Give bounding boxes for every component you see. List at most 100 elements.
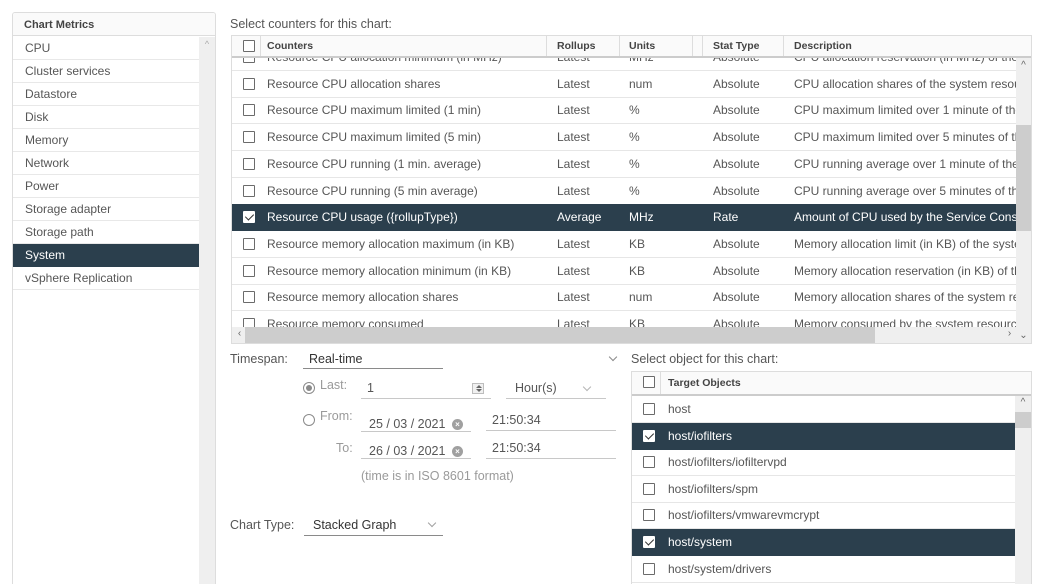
select-all-counters-checkbox[interactable] — [243, 40, 255, 52]
target-object-row[interactable]: host/system/drivers — [632, 556, 1016, 583]
last-label: Last: — [320, 378, 348, 392]
counter-checkbox[interactable] — [243, 104, 255, 117]
from-time-input[interactable]: 21:50:34 — [486, 411, 616, 431]
column-header-stat-type[interactable]: Stat Type — [713, 36, 759, 56]
sidebar-item-datastore[interactable]: Datastore — [13, 83, 200, 106]
from-label: From: — [320, 409, 353, 423]
stat-type-cell: Absolute — [713, 103, 760, 118]
timespan-chevron-down-icon[interactable] — [608, 352, 618, 362]
sidebar-item-vsphere-replication[interactable]: vSphere Replication — [13, 267, 200, 290]
target-object-row[interactable]: host/iofilters — [632, 422, 1016, 450]
column-header-description[interactable]: Description — [794, 36, 852, 56]
scroll-up-icon[interactable]: ^ — [1015, 397, 1031, 408]
counter-row[interactable]: Resource CPU maximum limited (1 min) Late… — [232, 97, 1017, 125]
target-object-checkbox[interactable] — [643, 403, 655, 415]
select-all-targets-checkbox[interactable] — [643, 376, 655, 388]
scroll-up-icon[interactable]: ^ — [1016, 60, 1031, 71]
scroll-up-icon[interactable]: ^ — [199, 39, 215, 49]
timespan-select[interactable]: Real-time — [303, 351, 443, 369]
counter-row[interactable]: Resource CPU maximum limited (5 min) Late… — [232, 124, 1017, 152]
scrollbar-thumb[interactable] — [1016, 125, 1031, 231]
column-header-units[interactable]: Units — [629, 36, 655, 56]
counter-checkbox[interactable] — [243, 291, 255, 304]
sidebar-item-storage-path[interactable]: Storage path — [13, 221, 200, 244]
counter-checkbox[interactable] — [243, 184, 255, 197]
counter-row[interactable]: Resource CPU running (5 min average) Late… — [232, 178, 1017, 205]
counter-checkbox[interactable] — [243, 157, 255, 170]
counter-name: Resource memory allocation minimum (in K… — [267, 263, 512, 278]
scrollbar-thumb[interactable] — [1015, 412, 1031, 428]
column-header-counters[interactable]: Counters — [267, 36, 313, 56]
last-unit-select[interactable]: Hour(s) — [506, 380, 606, 399]
target-object-row[interactable]: host/iofilters/spm — [632, 476, 1016, 503]
target-object-checkbox[interactable] — [643, 509, 655, 522]
rollup-cell: Latest — [557, 183, 590, 198]
sidebar-item-power[interactable]: Power — [13, 175, 200, 198]
counter-checkbox[interactable] — [243, 211, 255, 224]
counters-grid: Resource CPU allocation minimum (in MHz)… — [231, 35, 1032, 344]
sidebar-item-network[interactable]: Network — [13, 152, 200, 175]
counter-name: Resource memory allocation shares — [267, 290, 459, 305]
rollup-cell: Latest — [557, 103, 590, 118]
counter-checkbox[interactable] — [243, 237, 255, 250]
target-object-row[interactable]: host/iofilters/iofiltervpd — [632, 449, 1016, 477]
target-object-row[interactable]: host/system — [632, 529, 1016, 556]
counter-name: Resource CPU running (1 min. average) — [267, 156, 482, 171]
counter-checkbox[interactable] — [243, 264, 255, 277]
sidebar-item-system[interactable]: System — [13, 244, 200, 267]
rollup-cell: Latest — [557, 156, 590, 171]
counter-name: Resource memory allocation maximum (in K… — [267, 236, 515, 251]
counters-header: Counters Rollups Units Stat Type Descrip… — [232, 36, 1031, 58]
from-radio[interactable] — [303, 414, 315, 426]
counter-row[interactable]: Resource memory allocation minimum (in K… — [232, 258, 1017, 285]
stat-type-cell: Absolute — [713, 263, 760, 278]
stat-type-cell: Absolute — [713, 290, 760, 305]
target-object-checkbox[interactable] — [643, 456, 655, 469]
to-time-input[interactable]: 21:50:34 — [486, 439, 616, 459]
stat-type-cell: Rate — [713, 210, 739, 225]
rollup-cell: Latest — [557, 130, 590, 145]
last-radio[interactable] — [303, 382, 315, 394]
sidebar-scrollbar[interactable]: ^ — [199, 37, 215, 584]
sidebar-item-storage-adapter[interactable]: Storage adapter — [13, 198, 200, 221]
target-object-checkbox[interactable] — [643, 429, 655, 442]
sidebar-item-cpu[interactable]: CPU — [13, 37, 200, 60]
target-object-label: host/iofilters — [668, 428, 733, 443]
counter-row[interactable]: Resource memory allocation maximum (in K… — [232, 231, 1017, 258]
units-cell: MHz — [629, 210, 654, 225]
scrollbar-thumb[interactable] — [245, 327, 875, 343]
sidebar-item-cluster-services[interactable]: Cluster services — [13, 60, 200, 83]
target-object-label: host/system/drivers — [668, 561, 772, 576]
counters-horizontal-scrollbar[interactable]: ‹ › — [232, 327, 1017, 343]
counter-row[interactable]: Resource CPU running (1 min. average) Lat… — [232, 151, 1017, 178]
rollup-cell: Latest — [557, 76, 590, 91]
counters-vertical-scrollbar[interactable]: ^ ⌄ — [1016, 58, 1031, 343]
target-object-checkbox[interactable] — [643, 482, 655, 495]
description-cell: CPU allocation shares of the system reso… — [794, 76, 1016, 91]
counter-row[interactable]: Resource CPU usage ({rollupType}) Average… — [232, 204, 1017, 232]
target-object-row[interactable]: host — [632, 396, 1016, 423]
timespan-label: Timespan: — [230, 352, 288, 366]
stepper-icon[interactable] — [472, 383, 484, 394]
clear-to-date-icon[interactable]: × — [452, 446, 463, 457]
column-header-target-objects[interactable]: Target Objects — [668, 372, 741, 394]
counter-row[interactable]: Resource CPU allocation shares Latest num A… — [232, 71, 1017, 98]
counter-checkbox[interactable] — [243, 77, 255, 90]
counter-name: Resource CPU allocation shares — [267, 76, 441, 91]
sidebar-item-disk[interactable]: Disk — [13, 106, 200, 129]
clear-from-date-icon[interactable]: × — [452, 419, 463, 430]
target-object-checkbox[interactable] — [643, 562, 655, 575]
scroll-right-icon[interactable]: › — [1002, 328, 1017, 339]
counter-row[interactable]: Resource memory allocation shares Latest n… — [232, 284, 1017, 312]
sidebar-item-memory[interactable]: Memory — [13, 129, 200, 152]
chart-metrics-panel: Chart Metrics CPU Cluster services Datas… — [12, 12, 216, 584]
column-header-rollups[interactable]: Rollups — [557, 36, 596, 56]
counter-checkbox[interactable] — [243, 131, 255, 144]
counter-name: Resource CPU maximum limited (1 min) — [267, 103, 482, 118]
target-object-checkbox[interactable] — [643, 536, 655, 548]
chart-type-select[interactable]: Stacked Graph — [304, 517, 443, 536]
targets-vertical-scrollbar[interactable]: ^ — [1015, 396, 1031, 584]
units-cell: % — [629, 130, 640, 145]
target-object-row[interactable]: host/iofilters/vmwarevmcrypt — [632, 502, 1016, 530]
scroll-down-icon[interactable]: ⌄ — [1016, 330, 1031, 341]
